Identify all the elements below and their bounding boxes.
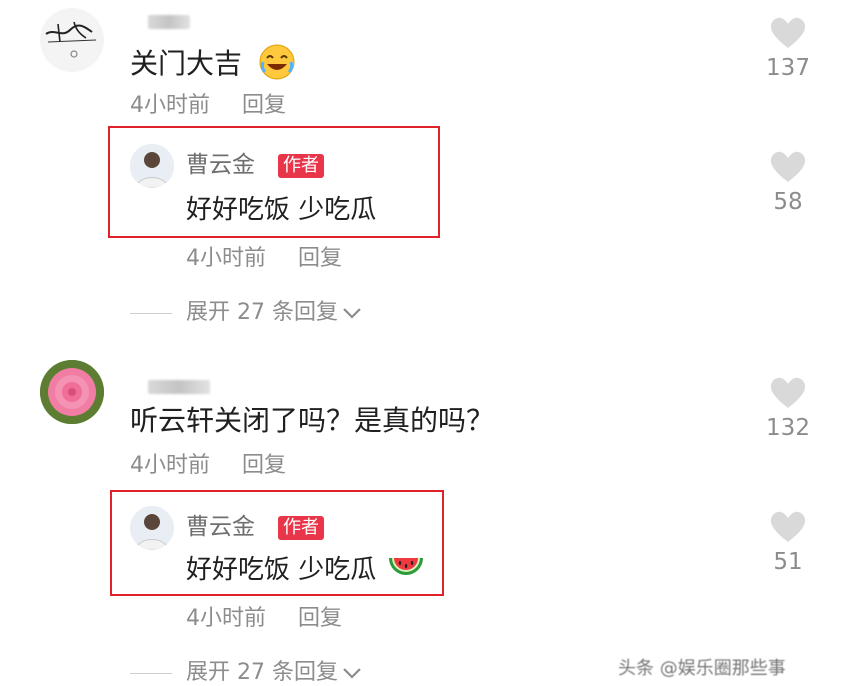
user-avatar[interactable]	[40, 360, 104, 424]
reply-button[interactable]: 回复	[298, 246, 342, 271]
reply-time: 4小时前	[186, 246, 266, 271]
like-count: 137	[766, 55, 810, 81]
comment-time: 4小时前	[130, 93, 210, 118]
reply-button[interactable]: 回复	[242, 453, 286, 478]
like-button[interactable]: 51	[758, 510, 818, 576]
reply-text: 好好吃饭 少吃瓜	[186, 554, 425, 586]
comment-text: 关门大吉	[130, 42, 297, 82]
username-blurred[interactable]	[148, 15, 190, 29]
author-avatar[interactable]	[130, 144, 174, 188]
chevron-down-icon	[343, 668, 361, 679]
comment-text: 听云轩关闭了吗？是真的吗？	[130, 404, 495, 437]
heart-outline-icon	[770, 151, 806, 182]
reply-meta: 4小时前 回复	[186, 606, 342, 632]
comment-meta: 4小时前 回复	[130, 93, 286, 119]
reply-time: 4小时前	[186, 606, 266, 631]
comment-meta: 4小时前 回复	[130, 453, 286, 479]
divider-line	[130, 312, 172, 314]
watermelon-emoji-icon	[388, 558, 423, 575]
heart-outline-icon	[770, 511, 806, 542]
like-count: 58	[773, 189, 803, 215]
author-badge: 作者	[278, 154, 324, 178]
comment-time: 4小时前	[130, 453, 210, 478]
expand-label: 展开 27 条回复	[186, 660, 338, 685]
expand-replies-button[interactable]: 展开 27 条回复	[130, 660, 362, 686]
chevron-down-icon	[343, 308, 361, 319]
expand-replies-button[interactable]: 展开 27 条回复	[130, 300, 362, 326]
user-avatar[interactable]	[40, 8, 104, 72]
author-name[interactable]: 曹云金	[186, 513, 255, 541]
like-button[interactable]: 137	[758, 16, 818, 82]
reply-meta: 4小时前 回复	[186, 246, 342, 272]
heart-outline-icon	[770, 377, 806, 408]
reply-button[interactable]: 回复	[242, 93, 286, 118]
laughing-emoji-icon	[259, 44, 295, 80]
reply-text: 好好吃饭 少吃瓜	[186, 195, 377, 225]
like-count: 51	[773, 549, 803, 575]
reply-button[interactable]: 回复	[298, 606, 342, 631]
author-badge: 作者	[278, 516, 324, 540]
like-button[interactable]: 132	[758, 376, 818, 442]
author-name[interactable]: 曹云金	[186, 151, 255, 179]
expand-label: 展开 27 条回复	[186, 300, 338, 325]
like-button[interactable]: 58	[758, 150, 818, 216]
username-blurred[interactable]	[148, 380, 210, 394]
watermark-text: 头条 @娱乐圈那些事	[618, 658, 786, 679]
author-avatar-image	[130, 144, 174, 188]
signature-avatar-image	[45, 21, 97, 58]
flower-avatar-image	[40, 360, 104, 424]
author-avatar[interactable]	[130, 506, 174, 550]
heart-outline-icon	[770, 17, 806, 48]
author-avatar-image	[130, 506, 174, 550]
like-count: 132	[766, 415, 810, 441]
